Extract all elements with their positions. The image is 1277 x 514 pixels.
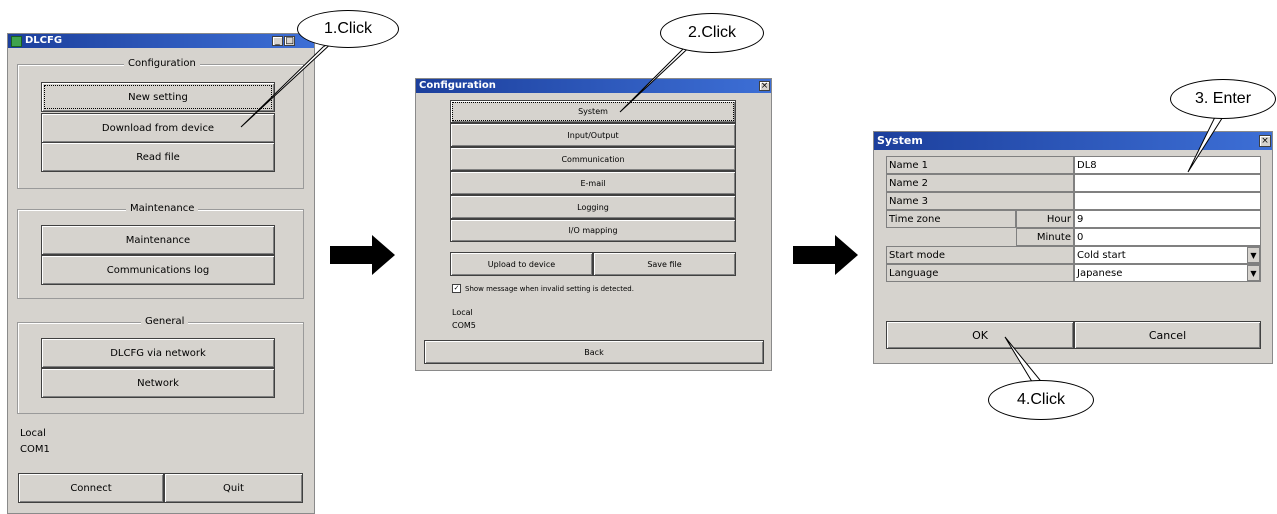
callout-step-4: 4.Click (988, 380, 1094, 420)
callout-step-3: 3. Enter (1170, 79, 1276, 119)
callout-pointers (240, 39, 1228, 386)
callout-step-1: 1.Click (297, 10, 399, 48)
callout-step-2: 2.Click (660, 13, 764, 53)
